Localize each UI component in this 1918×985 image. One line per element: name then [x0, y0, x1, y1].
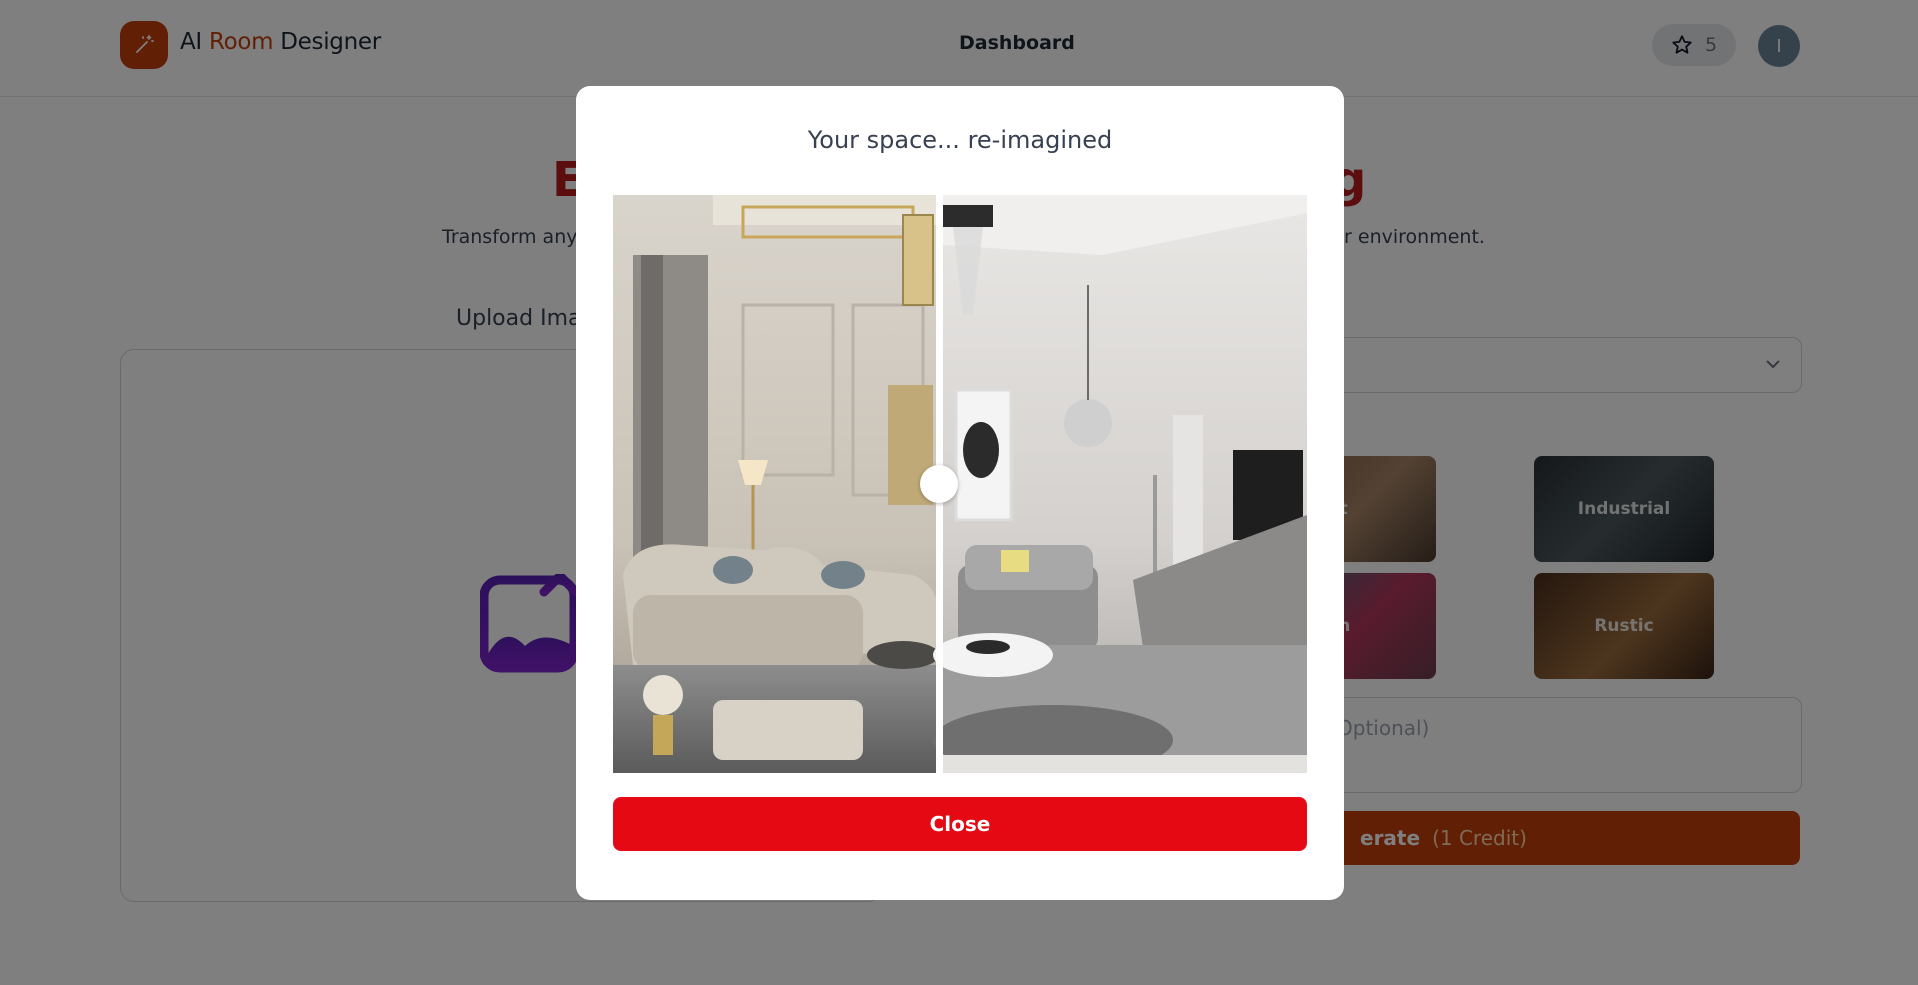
before-image: [613, 195, 939, 773]
modal-title: Your space... re-imagined: [807, 126, 1113, 154]
after-image: [933, 195, 1307, 773]
before-after-compare-slider[interactable]: [613, 195, 1307, 773]
result-modal: Your space... re-imagined Close: [576, 86, 1344, 900]
close-button[interactable]: Close: [613, 797, 1307, 851]
compare-drag-handle[interactable]: [920, 465, 958, 503]
